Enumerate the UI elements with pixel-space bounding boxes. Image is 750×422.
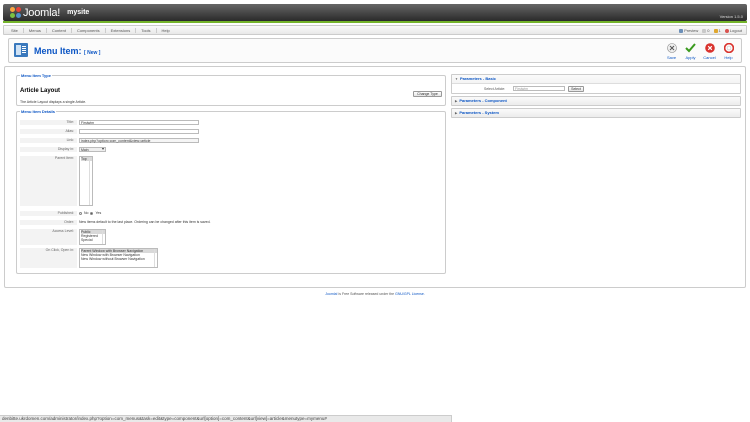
page-title: Menu Item: [ New ] [34, 46, 101, 56]
menu-help[interactable]: Help [157, 28, 175, 33]
display-row: Display in: Main [20, 147, 444, 152]
menu-tools[interactable]: Tools [136, 28, 157, 33]
menu-item-icon [14, 43, 28, 57]
main-menubar: Site Menus Content Components Extensions… [3, 25, 747, 35]
menu-items: Site Menus Content Components Extensions… [6, 28, 175, 33]
parameters-component-panel: ▶ Parameters - Component [451, 96, 741, 106]
help-lifebuoy-icon [723, 42, 734, 53]
published-yes-label: Yes [95, 211, 102, 215]
select-article-button[interactable]: Select [568, 86, 584, 92]
browser-status-bar: denbitte.ukrdomen.com/administrator/inde… [0, 415, 452, 422]
display-in-label: Display in: [20, 147, 77, 152]
collapsed-arrow-icon: ▶ [455, 111, 458, 115]
select-article-input[interactable]: Firstwim [513, 86, 565, 91]
menu-site[interactable]: Site [6, 28, 24, 33]
onclick-row: On Click, Open in: Parent Window with Br… [20, 248, 444, 268]
admin-header: Joomla! mysite Version 1.5.0 [3, 4, 747, 21]
apply-button[interactable]: Apply [684, 42, 697, 60]
preview-link[interactable]: Preview [679, 28, 698, 33]
onclick-label: On Click, Open in: [20, 248, 77, 268]
parent-item-list[interactable]: Top [79, 156, 93, 206]
users-link[interactable]: 1 [713, 28, 721, 33]
article-layout-title: Article Layout [20, 88, 61, 94]
published-no-radio[interactable] [79, 212, 82, 215]
joomla-link[interactable]: Joomla! [325, 292, 337, 296]
link-label: Link: [20, 138, 77, 143]
title-label: Title: [20, 120, 77, 125]
logout-icon [724, 28, 729, 33]
parameters-panels: ▼ Parameters - Basic Select Article: Firs… [451, 74, 741, 120]
link-row: Link: index.php?option=com_content&view=… [20, 138, 444, 143]
menu-item-type-fieldset: Menu Item Type Article Layout The Articl… [16, 73, 446, 106]
parent-list-scrollbar[interactable] [89, 157, 92, 205]
alias-input[interactable] [79, 129, 199, 134]
access-level-label: Access Level: [20, 229, 77, 245]
alias-label: Alias: [20, 129, 77, 134]
mail-icon [702, 28, 707, 33]
onclick-list-scrollbar[interactable] [154, 249, 157, 267]
license-link[interactable]: GNU/GPL License. [395, 292, 425, 296]
preview-icon [679, 28, 684, 33]
parent-row: Parent Item: Top [20, 156, 444, 206]
footer: Joomla! is Free Software released under … [0, 292, 750, 296]
version-label: Version 1.5.0 [719, 14, 743, 19]
select-article-label: Select Article: [484, 87, 506, 91]
joomla-logo[interactable]: Joomla! mysite [10, 6, 89, 19]
toolbar-buttons: Save Apply Cancel Help [665, 42, 735, 60]
onclick-option-new-nonav[interactable]: New Window without Browser Navigation [81, 257, 157, 261]
help-button[interactable]: Help [722, 42, 735, 60]
menu-content[interactable]: Content [47, 28, 72, 33]
logout-link[interactable]: Logout [724, 28, 742, 33]
parameters-component-toggle[interactable]: ▶ Parameters - Component [452, 97, 740, 105]
logo-text: Joomla! [23, 6, 61, 19]
menu-menus[interactable]: Menus [24, 28, 47, 33]
published-row: Published: No Yes [20, 211, 444, 216]
header-accent-bar [3, 21, 747, 23]
page-title-suffix: [ New ] [84, 50, 101, 56]
access-level-list[interactable]: Public Registered Special [79, 229, 106, 245]
users-icon [713, 28, 718, 33]
cancel-button[interactable]: Cancel [703, 42, 716, 60]
onclick-open-list[interactable]: Parent Window with Browser Navigation Ne… [79, 248, 158, 268]
status-area: Preview 0 1 Logout [679, 28, 742, 33]
collapsed-arrow-icon: ▶ [455, 99, 458, 103]
joomla-logo-icon [10, 7, 21, 18]
edit-form: Menu Item Type Article Layout The Articl… [4, 66, 746, 288]
messages-link[interactable]: 0 [702, 28, 710, 33]
access-list-scrollbar[interactable] [102, 230, 105, 244]
parameters-system-toggle[interactable]: ▶ Parameters - System [452, 109, 740, 117]
footer-text: is Free Software released under the [338, 292, 395, 296]
order-label: Order: [20, 220, 77, 225]
link-input: index.php?option=com_content&view=articl… [79, 138, 199, 143]
save-icon [666, 42, 677, 53]
site-name: mysite [67, 9, 90, 16]
menu-item-details-legend: Menu Item Details [20, 109, 57, 114]
parameters-basic-body: Select Article: Firstwim Select [452, 83, 740, 93]
cancel-icon [704, 42, 715, 53]
published-no-label: No [84, 211, 89, 215]
parameters-system-panel: ▶ Parameters - System [451, 108, 741, 118]
display-in-select[interactable]: Main [79, 147, 106, 152]
parameters-basic-toggle[interactable]: ▼ Parameters - Basic [452, 75, 740, 83]
article-layout-description: The Article Layout displays a single Art… [20, 100, 87, 104]
menu-components[interactable]: Components [72, 28, 106, 33]
menu-item-type-legend: Menu Item Type [20, 73, 52, 78]
title-input[interactable]: Firstwim [79, 120, 199, 125]
parent-item-label: Parent Item: [20, 156, 77, 206]
title-row: Title: Firstwim [20, 120, 444, 125]
published-yes-radio[interactable] [90, 212, 94, 215]
save-button[interactable]: Save [665, 42, 678, 60]
parameters-basic-panel: ▼ Parameters - Basic Select Article: Firs… [451, 74, 741, 94]
published-label: Published: [20, 211, 77, 216]
toolbar: Menu Item: [ New ] Save Apply Cancel Hel… [8, 38, 742, 63]
order-text: New items default to the last place. Ord… [79, 220, 211, 224]
order-row: Order: New items default to the last pla… [20, 220, 444, 225]
alias-row: Alias: [20, 129, 444, 134]
change-type-button[interactable]: Change Type [413, 91, 442, 97]
menu-extensions[interactable]: Extensions [106, 28, 137, 33]
checkmark-icon [685, 42, 696, 53]
expanded-arrow-icon: ▼ [455, 77, 458, 81]
menu-item-details-fieldset: Menu Item Details Title: Firstwim Alias:… [16, 109, 446, 274]
access-row: Access Level: Public Registered Special [20, 229, 444, 245]
